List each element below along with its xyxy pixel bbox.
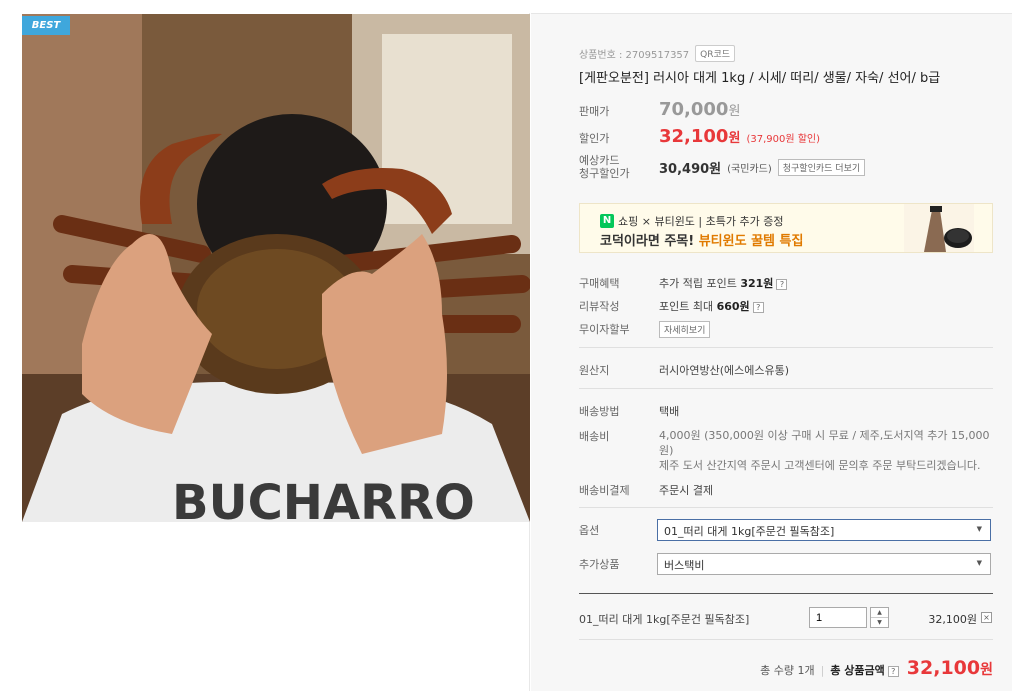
review-benefit-label: 리뷰작성 bbox=[579, 300, 620, 313]
close-icon[interactable]: × bbox=[981, 612, 992, 623]
separator: | bbox=[820, 664, 825, 677]
divider bbox=[579, 388, 993, 389]
product-number-row: 상품번호 : 2709517357 QR코드 bbox=[579, 45, 993, 62]
card-discount-more-button[interactable]: 청구할인카드 더보기 bbox=[777, 158, 866, 176]
promo-banner-line1: N 쇼핑 × 뷰티윈도 | 초특가 추가 증정 bbox=[600, 213, 783, 229]
addon-row: 추가상품 버스택비 ▼ bbox=[579, 553, 993, 577]
promo-banner-subtitle: 쇼핑 × 뷰티윈도 | 초특가 추가 증정 bbox=[618, 215, 784, 228]
discount-amount: (37,900원 할인) bbox=[746, 134, 821, 145]
cosmetics-image bbox=[904, 204, 974, 252]
divider bbox=[579, 507, 993, 508]
currency-unit: 원 bbox=[728, 104, 741, 119]
divider bbox=[579, 639, 993, 640]
sale-price-value: 32,100 bbox=[659, 126, 729, 147]
purchase-benefit-points: 321원 bbox=[740, 277, 774, 290]
shipping-payment-label: 배송비결제 bbox=[579, 484, 630, 497]
shipping-payment-value: 주문시 결제 bbox=[659, 484, 714, 497]
product-image-panel: BEST BUCHARRO bbox=[0, 13, 530, 691]
currency-unit: 원 bbox=[980, 662, 993, 678]
original-price-row: 판매가 70,000원 bbox=[579, 99, 993, 120]
origin-label: 원산지 bbox=[579, 364, 610, 377]
total-price: 32,100원 bbox=[907, 657, 993, 679]
option-label: 옵션 bbox=[579, 524, 600, 537]
product-photo[interactable]: BUCHARRO bbox=[22, 14, 530, 522]
original-price-label: 판매가 bbox=[579, 105, 610, 118]
addon-select-value: 버스택비 bbox=[664, 559, 705, 572]
chevron-down-icon: ▼ bbox=[976, 559, 982, 567]
purchase-benefit-value: 추가 적립 포인트 321원? bbox=[659, 275, 788, 291]
promo-banner[interactable]: N 쇼핑 × 뷰티윈도 | 초특가 추가 증정 코덕이라면 주목! 뷰티윈도 꿀… bbox=[579, 203, 993, 253]
help-icon[interactable]: ? bbox=[887, 666, 899, 677]
review-benefit-text: 포인트 최대 bbox=[659, 300, 717, 313]
original-price-value: 70,000 bbox=[659, 99, 729, 120]
origin-row: 원산지 러시아연방산(에스에스유통) bbox=[579, 362, 993, 378]
review-benefit-points: 660원 bbox=[716, 300, 750, 313]
option-label-wrap: 옵션 bbox=[579, 522, 659, 538]
selected-item-name: 01_떠리 대게 1kg[주문건 필독참조] bbox=[579, 613, 750, 626]
shipping-fee-row: 배송비 4,000원 (350,000원 이상 구매 시 무료 / 제주,도서지… bbox=[579, 428, 993, 473]
naver-n-icon: N bbox=[600, 214, 614, 228]
sale-price-label: 할인가 bbox=[579, 132, 610, 145]
shipping-fee-value: 4,000원 (350,000원 이상 구매 시 무료 / 제주,도서지역 추가… bbox=[659, 428, 993, 473]
review-benefit-row: 리뷰작성 포인트 최대 660원? bbox=[579, 298, 993, 314]
help-icon[interactable]: ? bbox=[776, 279, 788, 290]
promo-banner-title-b: 뷰티윈도 꿀템 특집 bbox=[698, 234, 804, 249]
increase-icon[interactable]: ▲ bbox=[871, 608, 888, 618]
chevron-down-icon: ▼ bbox=[976, 525, 982, 533]
shipping-method-row: 배송방법 택배 bbox=[579, 403, 993, 419]
help-icon[interactable]: ? bbox=[752, 302, 764, 313]
sale-price: 32,100원 bbox=[659, 126, 740, 147]
review-benefit-value: 포인트 최대 660원? bbox=[659, 298, 764, 314]
divider bbox=[579, 347, 993, 348]
promo-banner-title-a: 코덕이라면 주목! bbox=[600, 234, 699, 249]
shipping-fee-line2: 원) bbox=[659, 444, 674, 457]
option-select-value: 01_떠리 대게 1kg[주문건 필독참조] bbox=[664, 525, 835, 538]
addon-select[interactable]: 버스택비 ▼ bbox=[657, 553, 991, 575]
sale-price-row: 할인가 32,100원 (37,900원 할인) bbox=[579, 126, 993, 147]
card-price-label: 예상카드 청구할인가 bbox=[579, 154, 659, 180]
addon-label: 추가상품 bbox=[579, 558, 620, 571]
product-detail-panel: 상품번호 : 2709517357 QR코드 [게판오분전] 러시아 대게 1k… bbox=[531, 13, 1012, 691]
option-row: 옵션 01_떠리 대게 1kg[주문건 필독참조] ▼ bbox=[579, 519, 993, 543]
promo-banner-line2: 코덕이라면 주목! 뷰티윈도 꿀템 특집 bbox=[600, 230, 803, 249]
total-row: 총 수량 1개 | 총 상품금액 ? 32,100원 bbox=[579, 657, 993, 679]
quantity-stepper[interactable]: ▲ ▼ bbox=[870, 607, 889, 628]
quantity-input[interactable] bbox=[809, 607, 867, 628]
addon-label-wrap: 추가상품 bbox=[579, 556, 659, 572]
installment-row: 무이자할부 자세히보기 bbox=[579, 321, 993, 338]
purchase-benefit-label: 구매혜택 bbox=[579, 277, 620, 290]
total-price-value: 32,100 bbox=[906, 657, 981, 679]
decrease-icon[interactable]: ▼ bbox=[871, 618, 888, 628]
divider bbox=[579, 593, 993, 594]
option-select[interactable]: 01_떠리 대게 1kg[주문건 필독참조] ▼ bbox=[657, 519, 991, 541]
crab-photo-illustration: BUCHARRO bbox=[22, 14, 530, 522]
total-quantity: 총 수량 1개 bbox=[760, 664, 815, 677]
card-price-label-line2: 청구할인가 bbox=[579, 167, 630, 180]
purchase-benefit-row: 구매혜택 추가 적립 포인트 321원? bbox=[579, 275, 993, 291]
best-badge: BEST bbox=[22, 16, 70, 35]
original-price: 70,000원 bbox=[659, 99, 740, 120]
origin-value: 러시아연방산(에스에스유통) bbox=[659, 364, 790, 377]
shipping-payment-row: 배송비결제 주문시 결제 bbox=[579, 482, 993, 498]
qr-code-button[interactable]: QR코드 bbox=[695, 45, 736, 62]
total-label: 총 상품금액 bbox=[830, 664, 885, 677]
selected-item-price: 32,100원 bbox=[928, 613, 977, 626]
card-price-label-line1: 예상카드 bbox=[579, 154, 620, 167]
card-price-row: 예상카드 청구할인가 30,490원 (국민카드) 청구할인카드 더보기 bbox=[579, 154, 993, 180]
purchase-benefit-text: 추가 적립 포인트 bbox=[659, 277, 741, 290]
installment-detail-button[interactable]: 자세히보기 bbox=[659, 321, 711, 338]
product-number: 상품번호 : 2709517357 bbox=[579, 50, 690, 61]
shipping-method-label: 배송방법 bbox=[579, 405, 620, 418]
shipping-fee-line3: 제주 도서 산간지역 주문시 고객센터에 문의후 주문 부탁드리겠습니다. bbox=[659, 459, 981, 472]
card-price-value: 30,490원 bbox=[659, 161, 722, 177]
product-title: [게판오분전] 러시아 대게 1kg / 시세/ 떠리/ 생물/ 자숙/ 선어/… bbox=[579, 71, 941, 86]
svg-text:BUCHARRO: BUCHARRO bbox=[172, 475, 475, 522]
currency-unit: 원 bbox=[728, 131, 741, 146]
shipping-fee-label: 배송비 bbox=[579, 430, 610, 443]
installment-label: 무이자할부 bbox=[579, 323, 630, 336]
selected-item-row: 01_떠리 대게 1kg[주문건 필독참조] ▲ ▼ 32,100원 × bbox=[579, 607, 993, 631]
shipping-fee-line1: 4,000원 (350,000원 이상 구매 시 무료 / 제주,도서지역 추가… bbox=[659, 429, 990, 442]
card-name: (국민카드) bbox=[727, 163, 772, 175]
shipping-method-value: 택배 bbox=[659, 405, 680, 418]
